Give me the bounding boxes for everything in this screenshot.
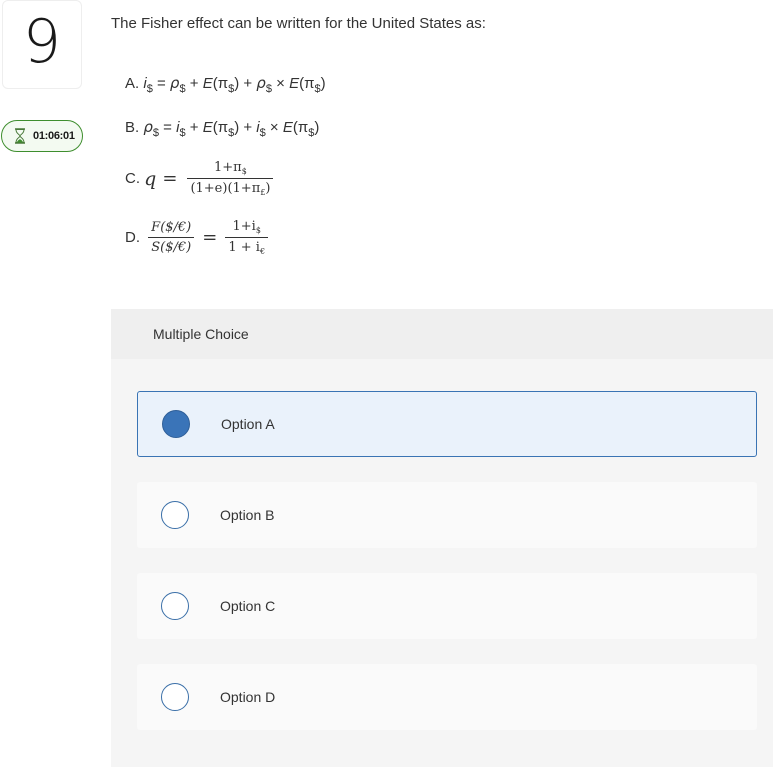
timer-text: 01:06:01 bbox=[33, 130, 75, 142]
choice-label: Option A bbox=[221, 416, 275, 432]
question-number: 9 bbox=[22, 6, 62, 77]
answer-panel: Multiple Choice Option A Option B Option… bbox=[111, 309, 773, 767]
question-number-box: 9 bbox=[2, 0, 82, 89]
formula-option-d: D. F($/€) S($/€) = 1+i$ 1 + i€ bbox=[125, 219, 272, 256]
question-prompt: The Fisher effect can be written for the… bbox=[111, 15, 486, 32]
answer-type-header: Multiple Choice bbox=[111, 309, 773, 359]
choice-option-c[interactable]: Option C bbox=[137, 573, 757, 639]
choice-option-a[interactable]: Option A bbox=[137, 391, 757, 457]
choice-label: Option C bbox=[220, 598, 276, 614]
timer-badge: 01:06:01 bbox=[1, 120, 83, 152]
choice-option-b[interactable]: Option B bbox=[137, 482, 757, 548]
radio-button[interactable] bbox=[161, 683, 189, 711]
formula-option-c: C. q = 1+π$ (1+e)(1+π£) bbox=[125, 160, 277, 197]
radio-button-selected[interactable] bbox=[162, 410, 190, 438]
formula-option-a: A. i$ = ρ$ + E(π$) + ρ$ × E(π$) bbox=[125, 74, 326, 95]
choice-option-d[interactable]: Option D bbox=[137, 664, 757, 730]
choice-label: Option D bbox=[220, 689, 276, 705]
answer-type-label: Multiple Choice bbox=[153, 326, 249, 342]
radio-button[interactable] bbox=[161, 592, 189, 620]
choice-label: Option B bbox=[220, 507, 275, 523]
radio-button[interactable] bbox=[161, 501, 189, 529]
formula-option-b: B. ρ$ = i$ + E(π$) + i$ × E(π$) bbox=[125, 118, 320, 139]
hourglass-icon bbox=[15, 128, 25, 144]
